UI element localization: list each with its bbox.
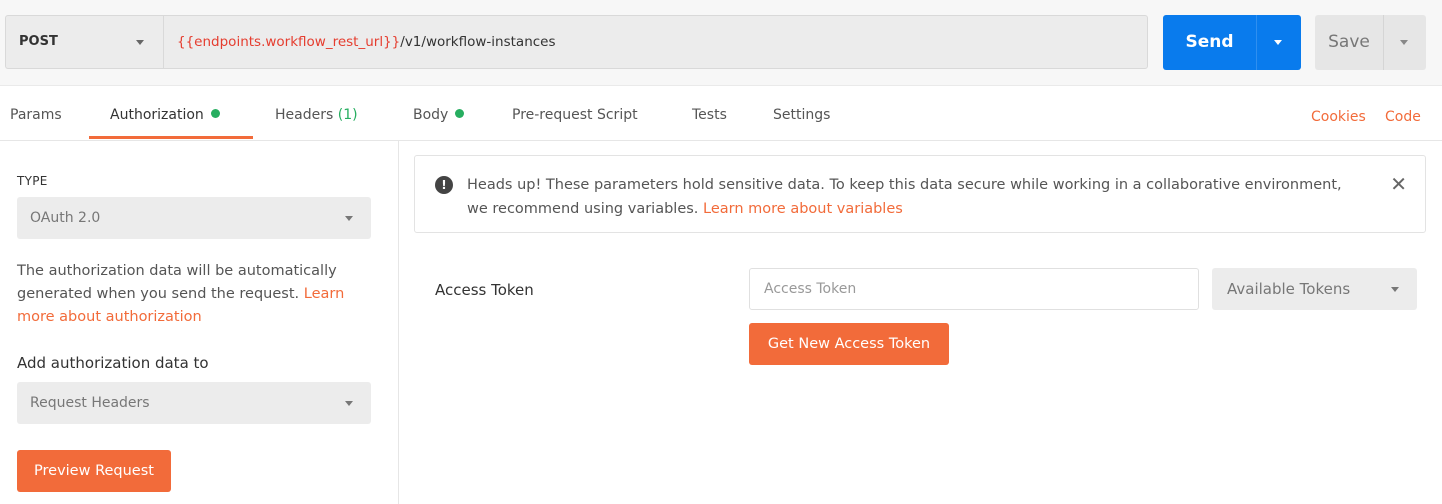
tab-label: Params: [10, 107, 62, 123]
tab-params[interactable]: Params: [10, 107, 62, 123]
request-tabs: Params Authorization Headers (1) Body Pr…: [0, 86, 1442, 141]
code-link[interactable]: Code: [1385, 109, 1421, 125]
sensitive-data-alert: ! Heads up! These parameters hold sensit…: [414, 155, 1426, 233]
access-token-input[interactable]: [749, 268, 1199, 310]
active-tab-indicator: [89, 136, 253, 139]
chevron-down-icon: [345, 401, 353, 406]
auth-type-value: OAuth 2.0: [30, 210, 101, 226]
auth-help-body: The authorization data will be automatic…: [17, 263, 337, 302]
get-new-access-token-button[interactable]: Get New Access Token: [749, 323, 949, 365]
tab-tests[interactable]: Tests: [692, 107, 727, 123]
method-value: POST: [19, 34, 58, 49]
learn-more-variables-link[interactable]: Learn more about variables: [703, 201, 903, 217]
tab-label: Pre-request Script: [512, 107, 638, 123]
send-button[interactable]: Send: [1163, 15, 1256, 70]
auth-help-text: The authorization data will be automatic…: [17, 260, 377, 329]
alert-text: Heads up! These parameters hold sensitiv…: [467, 173, 1347, 221]
url-input[interactable]: {{endpoints.workflow_rest_url}}/v1/workf…: [163, 15, 1148, 69]
tab-body[interactable]: Body: [413, 107, 465, 123]
chevron-down-icon: [345, 216, 353, 221]
access-token-label: Access Token: [435, 281, 534, 299]
preview-request-button[interactable]: Preview Request: [17, 450, 171, 492]
close-icon[interactable]: ✕: [1390, 174, 1407, 194]
tab-pre-request-script[interactable]: Pre-request Script: [512, 107, 638, 123]
chevron-down-icon: [1391, 287, 1399, 292]
type-label: TYPE: [17, 174, 48, 188]
status-dot: [455, 109, 465, 118]
tab-label: Headers: [275, 107, 334, 123]
add-auth-select[interactable]: Request Headers: [17, 382, 371, 424]
cookies-link[interactable]: Cookies: [1311, 109, 1366, 125]
chevron-down-icon: [136, 40, 144, 45]
tab-label: Authorization: [110, 107, 204, 123]
tab-label: Settings: [773, 107, 831, 123]
tab-headers[interactable]: Headers (1): [275, 107, 358, 123]
available-tokens-value: Available Tokens: [1227, 280, 1351, 298]
tab-settings[interactable]: Settings: [773, 107, 830, 123]
auth-type-panel: TYPE OAuth 2.0 The authorization data wi…: [0, 141, 399, 504]
headers-count: (1): [337, 107, 358, 123]
tab-label: Tests: [692, 107, 727, 123]
tab-authorization[interactable]: Authorization: [110, 107, 220, 123]
alert-message: Heads up! These parameters hold sensitiv…: [467, 177, 1342, 217]
url-text: {{endpoints.workflow_rest_url}}/v1/workf…: [177, 34, 556, 50]
alert-icon: !: [435, 176, 453, 194]
auth-type-select[interactable]: OAuth 2.0: [17, 197, 371, 239]
save-button[interactable]: Save: [1315, 15, 1383, 70]
save-options-button[interactable]: [1383, 15, 1426, 70]
chevron-down-icon: [1400, 40, 1408, 45]
send-options-button[interactable]: [1256, 15, 1301, 70]
available-tokens-select[interactable]: Available Tokens: [1212, 268, 1417, 310]
url-variable: {{endpoints.workflow_rest_url}}: [177, 34, 401, 50]
url-path: /v1/workflow-instances: [400, 34, 556, 50]
request-bar: POST {{endpoints.workflow_rest_url}}/v1/…: [0, 0, 1442, 86]
tab-label: Body: [413, 107, 449, 123]
add-auth-value: Request Headers: [30, 395, 150, 411]
status-dot: [210, 109, 220, 118]
chevron-down-icon: [1274, 40, 1282, 45]
method-select[interactable]: POST: [5, 15, 163, 69]
add-auth-label: Add authorization data to: [17, 354, 209, 372]
